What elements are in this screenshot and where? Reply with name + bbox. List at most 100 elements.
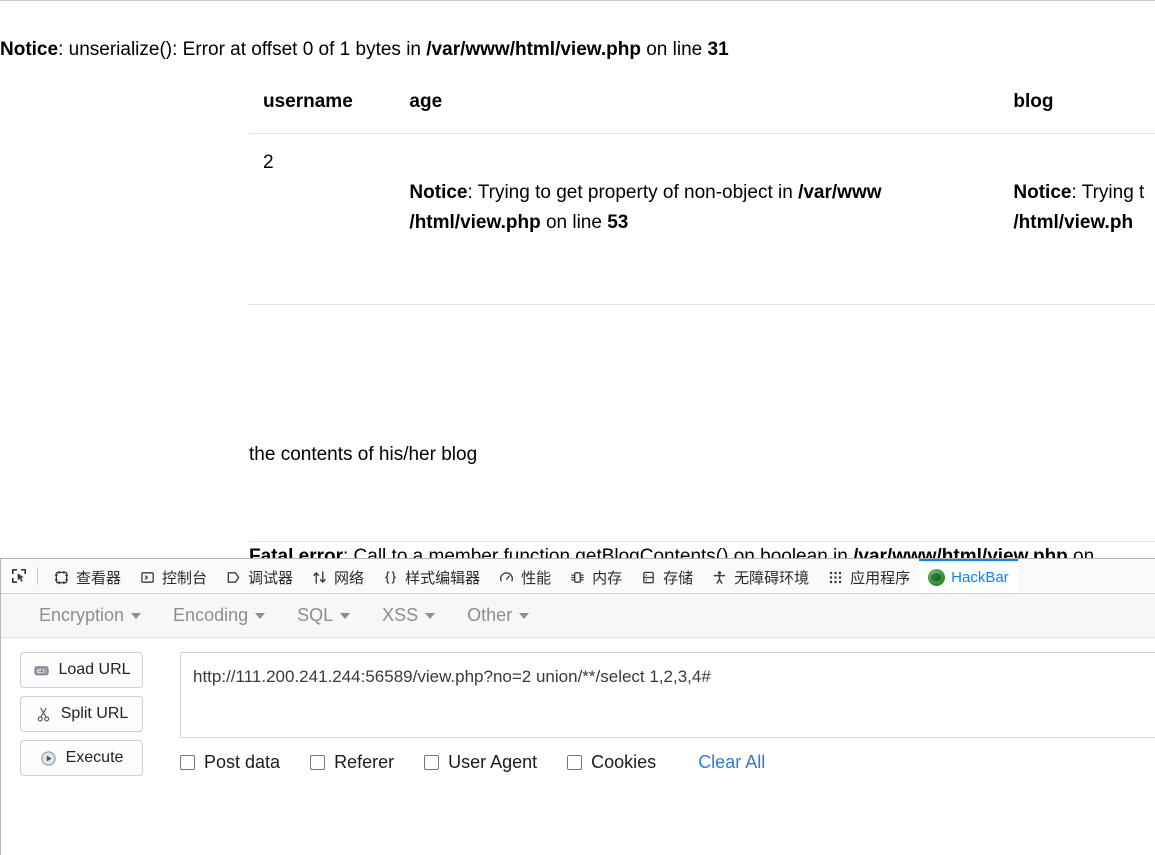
cell-age-empty: [395, 304, 1000, 542]
blog-notice-text: : Trying t: [1071, 182, 1145, 203]
execute-button[interactable]: Execute: [20, 740, 143, 776]
table-header-row: username age blog: [249, 69, 1155, 134]
debugger-icon: [225, 569, 242, 586]
menu-xss[interactable]: XSS: [366, 594, 451, 638]
hackbar-action-buttons: Load URL Split URL Execute: [20, 652, 143, 776]
devtools-toolbar: 查看器 控制台 调试器 网络 样式编辑器 性能 内存 存储 无障碍环境 应用程序…: [1, 559, 1155, 594]
fatal-file-path: /var/www/html/view.php: [853, 546, 1068, 558]
option-referer[interactable]: Referer: [310, 752, 394, 773]
tab-style-editor[interactable]: 样式编辑器: [373, 559, 489, 593]
menu-label: Other: [467, 605, 513, 625]
tab-storage[interactable]: 存储: [631, 559, 702, 593]
checkbox-cookies[interactable]: [567, 755, 583, 770]
cell-age: Notice: Trying to get property of non-ob…: [395, 133, 1000, 305]
chevron-down-icon: [340, 612, 351, 619]
menu-other[interactable]: Other: [451, 594, 545, 638]
option-label: Referer: [334, 752, 395, 772]
option-label: Post data: [204, 752, 281, 772]
hackbar-options: Post data Referer User Agent Cookies Cle…: [180, 752, 765, 773]
option-cookies[interactable]: Cookies: [567, 752, 656, 773]
hackbar-body: Load URL Split URL Execute http://111.20…: [1, 638, 1155, 854]
devtools-panel: 查看器 控制台 调试器 网络 样式编辑器 性能 内存 存储 无障碍环境 应用程序…: [0, 558, 1155, 855]
chevron-down-icon: [519, 612, 530, 619]
checkbox-user-agent[interactable]: [424, 755, 440, 770]
option-label: User Agent: [448, 752, 538, 772]
blog-contents-text: the contents of his/her blog: [249, 444, 478, 465]
age-notice-text: : Trying to get property of non-object i…: [467, 182, 799, 203]
fatal-text: : Call to a member function getBlogConte…: [342, 546, 854, 558]
storage-icon: [640, 569, 657, 586]
toolbar-divider: [37, 567, 38, 585]
option-label: Cookies: [591, 752, 657, 772]
memory-icon: [569, 569, 586, 586]
menu-label: SQL: [297, 605, 334, 625]
url-input[interactable]: [180, 652, 1155, 738]
web-page-content: Notice : unserialize(): Error at offset 0…: [0, 0, 1155, 558]
element-picker-icon[interactable]: [5, 563, 33, 589]
tab-inspector[interactable]: 查看器: [44, 559, 130, 593]
chevron-down-icon: [131, 612, 142, 619]
table-row: 2 Notice: Trying to get property of non-…: [249, 133, 1155, 305]
button-label: Load URL: [58, 661, 131, 678]
results-table: username age blog 2 Notice: Trying to ge…: [249, 69, 1155, 542]
menu-encryption[interactable]: Encryption: [23, 594, 157, 638]
fatal-label: Fatal error: [249, 546, 343, 558]
tab-label: 控制台: [162, 569, 208, 587]
tab-label: HackBar: [951, 568, 1009, 586]
tab-label: 样式编辑器: [405, 569, 481, 587]
php-fatal-error: Fatal error: Call to a member function g…: [249, 546, 1094, 558]
table-head: username age blog: [249, 69, 1155, 134]
chevron-down-icon: [425, 612, 436, 619]
cell-blog: Notice: Trying t /html/view.ph: [999, 133, 1155, 305]
checkbox-referer[interactable]: [310, 755, 326, 770]
tab-console[interactable]: 控制台: [130, 559, 216, 593]
column-header-blog: blog: [999, 69, 1155, 134]
column-header-username: username: [249, 69, 396, 134]
menu-encoding[interactable]: Encoding: [157, 594, 281, 638]
accessibility-icon: [711, 569, 728, 586]
scissors-icon: [35, 705, 53, 723]
play-icon: [40, 749, 58, 767]
notice-on-line: on line: [640, 39, 708, 60]
option-post-data[interactable]: Post data: [180, 752, 280, 773]
inspector-icon: [53, 569, 70, 586]
blog-file-part2: /html/view.ph: [1013, 212, 1134, 233]
chevron-down-icon: [255, 612, 266, 619]
table-body: 2 Notice: Trying to get property of non-…: [249, 133, 1155, 542]
tab-performance[interactable]: 性能: [489, 559, 560, 593]
tab-memory[interactable]: 内存: [560, 559, 631, 593]
option-user-agent[interactable]: User Agent: [424, 752, 537, 773]
tab-label: 网络: [334, 569, 365, 587]
hackbar-icon: [928, 568, 946, 586]
age-on-line: on line: [540, 212, 608, 233]
cell-blog-contents: [999, 304, 1155, 542]
column-header-age: age: [395, 69, 1000, 134]
clear-all-link[interactable]: Clear All: [698, 752, 765, 773]
notice-line-number: 31: [707, 39, 729, 60]
tab-hackbar[interactable]: HackBar: [919, 559, 1018, 593]
performance-icon: [498, 569, 515, 586]
checkbox-post-data[interactable]: [180, 755, 195, 770]
split-url-button[interactable]: Split URL: [20, 696, 143, 732]
console-icon: [139, 569, 156, 586]
network-icon: [311, 569, 328, 586]
tab-debugger[interactable]: 调试器: [216, 559, 302, 593]
tab-network[interactable]: 网络: [302, 559, 373, 593]
tab-label: 性能: [521, 569, 552, 587]
tab-application[interactable]: 应用程序: [818, 559, 919, 593]
tab-accessibility[interactable]: 无障碍环境: [702, 559, 818, 593]
hackbar-menubar: Encryption Encoding SQL XSS Other: [1, 594, 1155, 638]
application-icon: [827, 569, 844, 586]
load-url-button[interactable]: Load URL: [20, 652, 143, 688]
table-row: [249, 304, 1155, 542]
cell-username-empty: [249, 304, 396, 542]
php-notice-unserialize: Notice: unserialize(): Error at offset 0…: [0, 39, 729, 61]
screen: Notice : unserialize(): Error at offset 0…: [0, 0, 1155, 855]
tab-label: 查看器: [76, 569, 122, 587]
style-editor-icon: [382, 569, 399, 586]
notice-text: : unserialize(): Error at offset 0 of 1 …: [58, 39, 427, 60]
menu-label: Encoding: [173, 605, 249, 625]
tab-label: 无障碍环境: [734, 569, 810, 587]
blog-notice-label: Notice: [1013, 182, 1072, 203]
menu-sql[interactable]: SQL: [281, 594, 366, 638]
